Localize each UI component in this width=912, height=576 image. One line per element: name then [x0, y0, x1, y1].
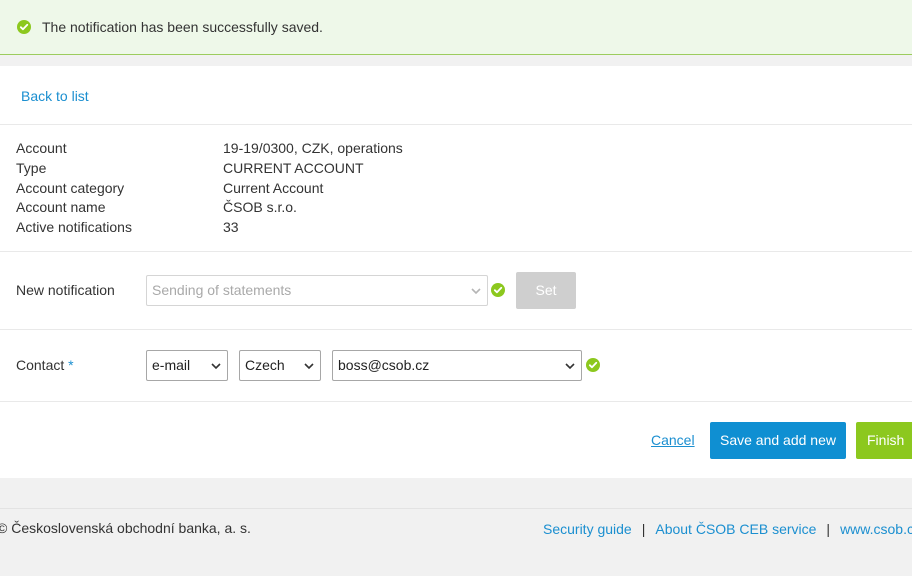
- footer-separator: |: [641, 521, 646, 537]
- info-label: Account: [16, 140, 67, 156]
- copyright: © Československá obchodní banka, a. s.: [0, 520, 251, 536]
- contact-label-text: Contact: [16, 357, 65, 373]
- divider: [0, 401, 912, 402]
- success-message: The notification has been successfully s…: [42, 19, 323, 35]
- success-banner: The notification has been successfully s…: [0, 0, 912, 55]
- check-circle-icon: [491, 283, 505, 297]
- back-to-list-link[interactable]: Back to list: [21, 88, 89, 104]
- info-value: 33: [223, 219, 239, 236]
- contact-label: Contact *: [16, 357, 74, 373]
- notification-form-panel: Back to list Account 19-19/0300, CZK, op…: [0, 66, 912, 478]
- info-label: Type: [16, 159, 47, 176]
- info-value: 19-19/0300, CZK, operations: [223, 140, 403, 156]
- footer-divider: [0, 508, 912, 509]
- info-value: ČSOB s.r.o.: [223, 199, 297, 216]
- footer-links: Security guide | About ČSOB CEB service | ww…: [543, 521, 912, 537]
- check-circle-icon: [17, 20, 31, 34]
- save-and-add-new-button[interactable]: Save and add new: [710, 422, 846, 459]
- about-service-link[interactable]: About ČSOB CEB service: [655, 521, 816, 537]
- contact-address-value: boss@csob.cz: [338, 357, 430, 373]
- info-label: Account name: [16, 199, 106, 216]
- contact-address-select[interactable]: boss@csob.cz: [332, 350, 582, 381]
- contact-method-value: e-mail: [152, 357, 191, 373]
- set-button[interactable]: Set: [516, 272, 576, 309]
- info-value: CURRENT ACCOUNT: [223, 159, 364, 176]
- language-select[interactable]: Czech: [239, 350, 321, 381]
- cancel-link[interactable]: Cancel: [651, 432, 695, 448]
- footer-separator: |: [826, 521, 831, 537]
- contact-method-select[interactable]: e-mail: [146, 350, 228, 381]
- notification-type-value: Sending of statements: [152, 282, 292, 298]
- chevron-down-icon: [211, 363, 221, 370]
- divider: [0, 124, 912, 125]
- divider: [0, 251, 912, 252]
- finish-button[interactable]: Finish: [856, 422, 912, 459]
- divider: [0, 329, 912, 330]
- language-value: Czech: [245, 357, 285, 373]
- info-value: Current Account: [223, 179, 324, 196]
- check-circle-icon: [586, 358, 600, 372]
- info-label: Account category: [16, 179, 125, 196]
- new-notification-label: New notification: [16, 282, 115, 298]
- info-label: Active notifications: [16, 219, 132, 236]
- csob-website-link[interactable]: www.csob.cz: [840, 521, 912, 537]
- chevron-down-icon: [471, 288, 481, 295]
- notification-type-select[interactable]: Sending of statements: [146, 275, 488, 306]
- chevron-down-icon: [565, 363, 575, 370]
- security-guide-link[interactable]: Security guide: [543, 521, 632, 537]
- required-mark: *: [68, 357, 74, 373]
- chevron-down-icon: [304, 363, 314, 370]
